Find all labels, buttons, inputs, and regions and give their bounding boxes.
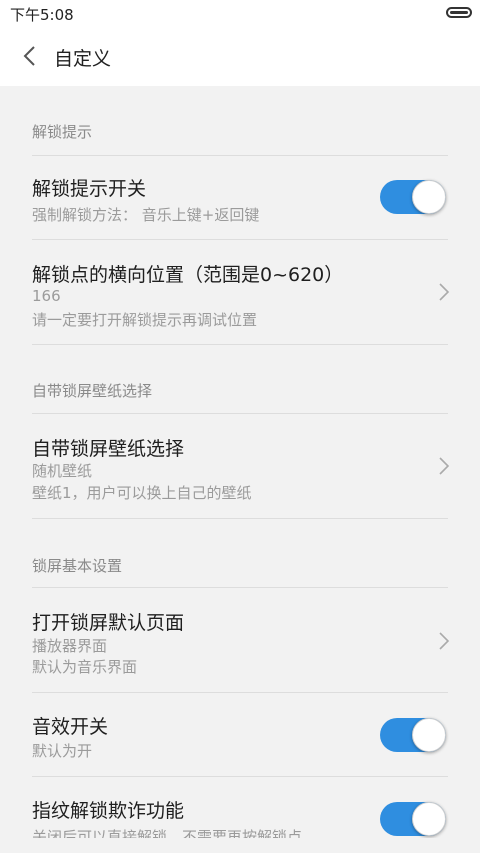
row-subtitle: 默认为开 [32,742,93,760]
default-page-row[interactable]: 打开锁屏默认页面 播放器界面 默认为音乐界面 [0,588,480,692]
unlock-position-row[interactable]: 解锁点的横向位置（范围是0~620） 166 请一定要打开解锁提示再调试位置 [0,240,480,344]
divider [32,344,448,345]
divider [32,518,448,519]
unlock-hint-toggle-row[interactable]: 解锁提示开关 强制解锁方法： 音乐上键+返回键 [0,156,480,239]
chevron-right-icon [439,283,450,301]
bottom-fade [0,838,480,853]
row-subtitle: 强制解锁方法： 音乐上键+返回键 [32,206,260,224]
row-value: 播放器界面 [32,637,108,655]
row-subtitle: 默认为音乐界面 [32,658,138,676]
row-title: 自带锁屏壁纸选择 [32,438,185,460]
toggle-knob [412,180,446,214]
row-title: 音效开关 [32,716,109,738]
section-title-wallpaper: 自带锁屏壁纸选择 [32,382,153,400]
wallpaper-row[interactable]: 自带锁屏壁纸选择 随机壁纸 壁纸1，用户可以换上自己的壁纸 [0,414,480,518]
toggle-knob [412,802,446,836]
page-title: 自定义 [54,48,112,70]
app-header: 自定义 [0,28,480,86]
sound-toggle-row[interactable]: 音效开关 默认为开 [0,693,480,776]
status-bar: 下午5:08 [0,0,480,28]
chevron-right-icon [439,632,450,650]
unlock-hint-toggle[interactable] [380,180,446,214]
row-subtitle: 壁纸1，用户可以换上自己的壁纸 [32,484,252,502]
row-subtitle: 请一定要打开解锁提示再调试位置 [32,311,258,329]
toggle-knob [412,718,446,752]
chevron-right-icon [439,457,450,475]
row-title: 解锁点的横向位置（范围是0~620） [32,264,344,286]
back-icon[interactable] [20,44,40,68]
section-title-basic: 锁屏基本设置 [32,557,123,575]
row-title: 打开锁屏默认页面 [32,612,185,634]
sound-toggle[interactable] [380,718,446,752]
row-value: 随机壁纸 [32,462,93,480]
row-title: 指纹解锁欺诈功能 [32,800,185,822]
battery-icon [446,7,472,18]
section-title-unlock-hint: 解锁提示 [32,123,93,141]
status-time: 下午5:08 [10,6,74,24]
row-value: 166 [32,287,61,305]
row-title: 解锁提示开关 [32,178,147,200]
fingerprint-toggle[interactable] [380,802,446,836]
